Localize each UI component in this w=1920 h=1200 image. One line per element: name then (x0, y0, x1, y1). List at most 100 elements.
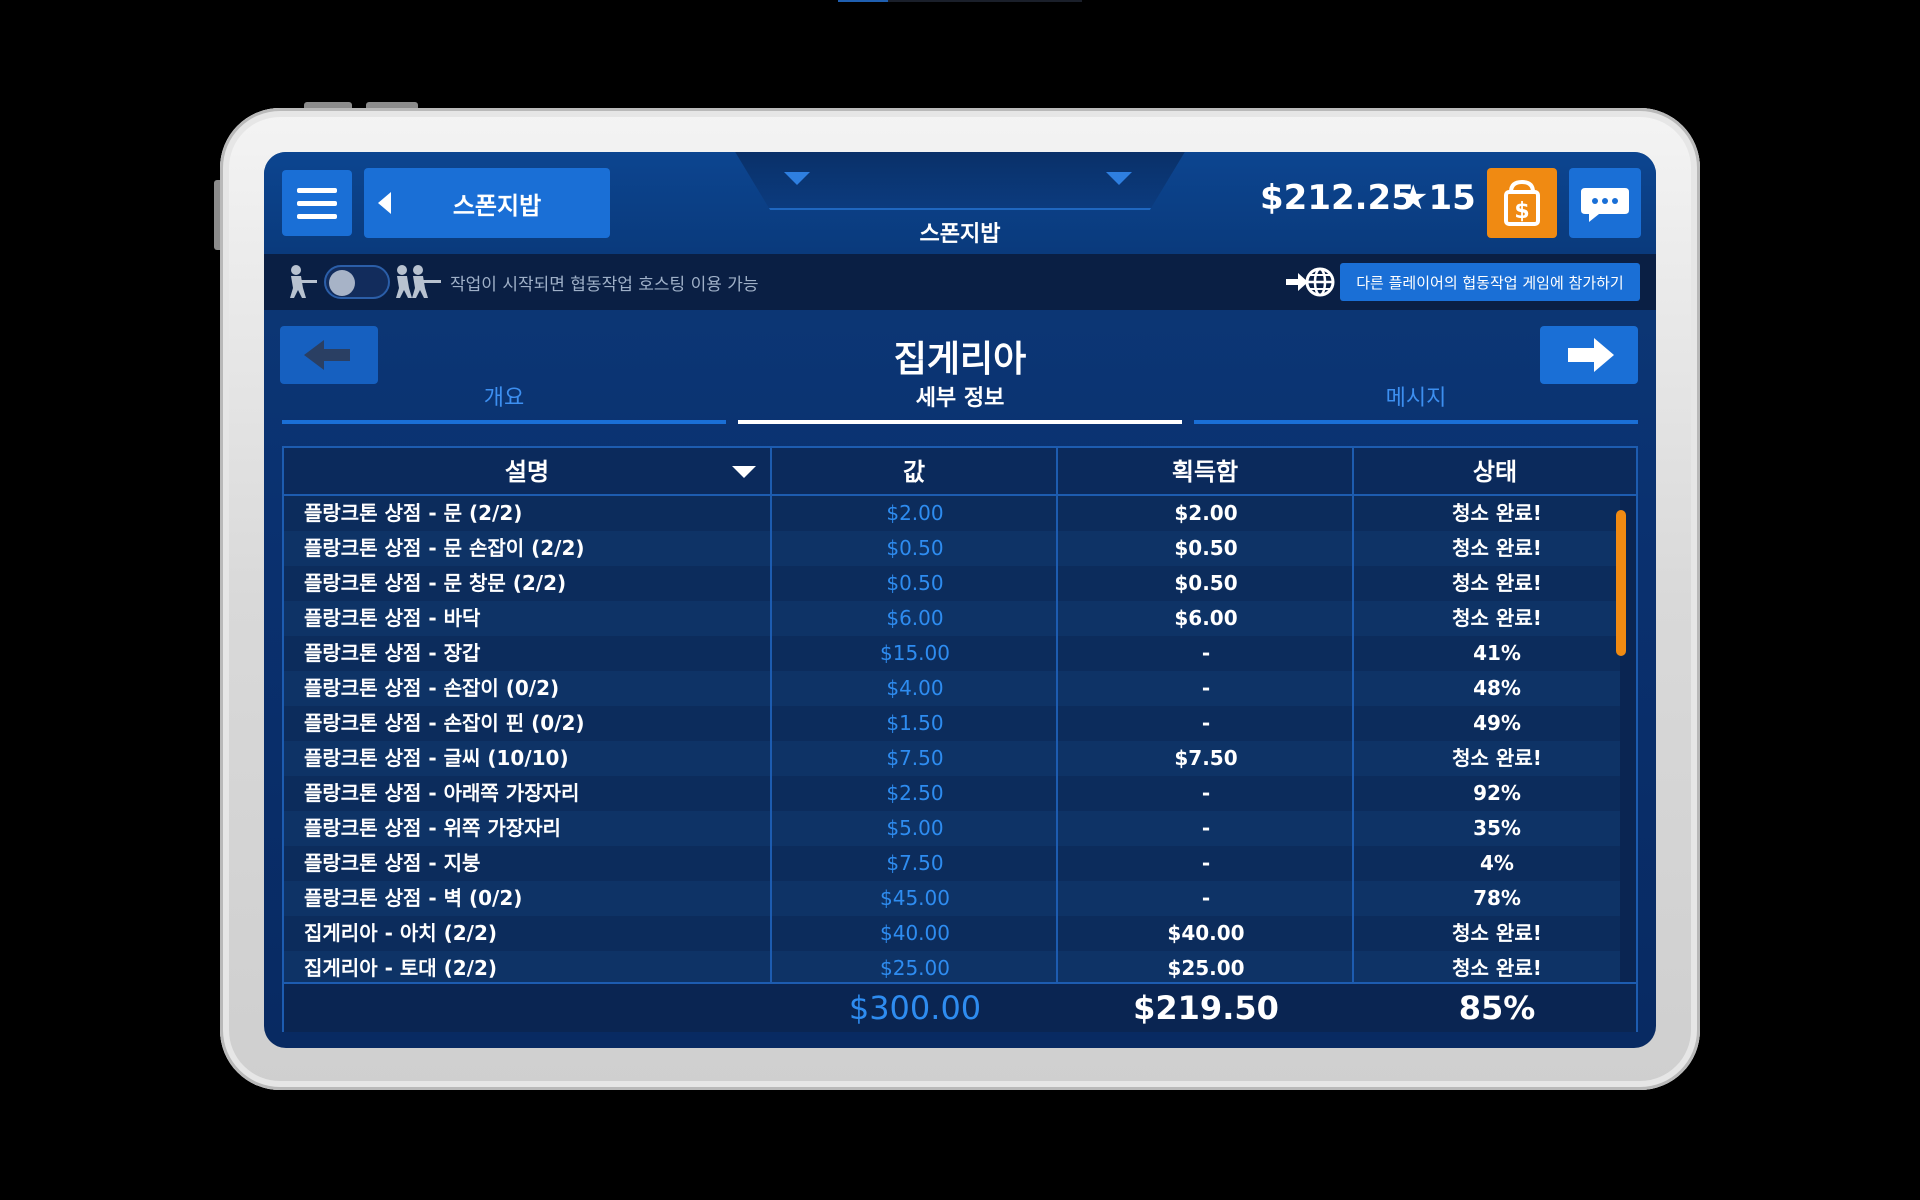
row-value: $2.50 (886, 781, 944, 805)
table-row[interactable]: 플랑크톤 상점 - 손잡이 핀 (0/2) $1.50 - 49% (284, 706, 1620, 741)
join-coop-button[interactable]: 다른 플레이어의 협동작업 게임에 참가하기 (1340, 263, 1640, 301)
row-earned: $2.00 (1174, 501, 1238, 525)
worker-icon (290, 265, 317, 298)
row-description: 플랑크톤 상점 - 손잡이 핀 (0/2) (304, 711, 585, 735)
tablet-top-button-2 (366, 102, 418, 108)
tab-overview[interactable]: 개요 (282, 380, 726, 424)
row-value: $4.00 (886, 676, 944, 700)
row-description: 플랑크톤 상점 - 글씨 (10/10) (304, 746, 569, 770)
prev-section-button[interactable] (280, 326, 378, 384)
row-description: 집게리아 - 아치 (2/2) (304, 921, 498, 945)
row-status: 청소 완료! (1452, 536, 1542, 560)
menu-button[interactable] (282, 170, 352, 236)
tab-messages-underline (1194, 420, 1638, 424)
tab-messages[interactable]: 메시지 (1194, 380, 1638, 424)
total-status: 85% (1458, 989, 1536, 1027)
row-description: 플랑크톤 상점 - 문 창문 (2/2) (304, 571, 567, 595)
tab-details-underline (738, 420, 1182, 424)
sort-triangle-icon[interactable] (732, 466, 756, 478)
notch-left-arrow-icon (784, 172, 810, 185)
row-value: $25.00 (880, 956, 950, 980)
row-status: 청소 완료! (1452, 921, 1542, 945)
row-status: 청소 완료! (1452, 501, 1542, 525)
row-value: $5.00 (886, 816, 944, 840)
table-rows[interactable]: 플랑크톤 상점 - 문 (2/2) $2.00 $2.00 청소 완료! 플랑크톤 상점… (284, 496, 1636, 982)
column-divider (770, 448, 772, 1030)
row-value: $0.50 (886, 536, 944, 560)
row-earned: $25.00 (1167, 956, 1245, 980)
coop-host-toggle[interactable] (324, 265, 390, 299)
tab-overview-label: 개요 (483, 386, 525, 411)
row-earned: - (1201, 816, 1211, 840)
shop-button[interactable]: $ (1487, 168, 1557, 238)
table-row[interactable]: 플랑크톤 상점 - 문 창문 (2/2) $0.50 $0.50 청소 완료! (284, 566, 1620, 601)
row-earned: - (1201, 711, 1211, 735)
table-row[interactable]: 플랑크톤 상점 - 손잡이 (0/2) $4.00 - 48% (284, 671, 1620, 706)
row-description: 플랑크톤 상점 - 위쪽 가장자리 (304, 816, 561, 840)
row-earned: $6.00 (1174, 606, 1238, 630)
tab-details[interactable]: 세부 정보 (738, 380, 1182, 424)
row-value: $7.50 (886, 851, 944, 875)
row-description: 플랑크톤 상점 - 손잡이 (0/2) (304, 676, 560, 700)
row-value: $0.50 (886, 571, 944, 595)
row-status: 78% (1473, 886, 1521, 910)
total-value: $300.00 (848, 989, 982, 1027)
table-row[interactable]: 플랑크톤 상점 - 장갑 $15.00 - 41% (284, 636, 1620, 671)
row-description: 플랑크톤 상점 - 문 (2/2) (304, 501, 523, 525)
join-globe-icon (1286, 267, 1335, 297)
shop-bag-icon: $ (1504, 179, 1540, 226)
row-status: 49% (1473, 711, 1521, 735)
column-divider (1352, 448, 1354, 1030)
table-row[interactable]: 플랑크톤 상점 - 지붕 $7.50 - 4% (284, 846, 1620, 881)
header-value[interactable]: 값 (772, 448, 1058, 496)
row-status: 청소 완료! (1452, 746, 1542, 770)
row-earned: $7.50 (1174, 746, 1238, 770)
coop-bar: 작업이 시작되면 협동작업 호스팅 이용 가능 다른 플레이어의 협동작업 게임… (264, 254, 1656, 310)
row-earned: $40.00 (1167, 921, 1245, 945)
back-triangle-icon (378, 192, 391, 214)
row-status: 48% (1473, 676, 1521, 700)
table-row[interactable]: 플랑크톤 상점 - 아래쪽 가장자리 $2.50 - 92% (284, 776, 1620, 811)
menu-icon-line (297, 200, 337, 206)
next-section-button[interactable] (1540, 326, 1638, 384)
chat-button[interactable] (1569, 168, 1641, 238)
table-row[interactable]: 플랑크톤 상점 - 벽 (0/2) $45.00 - 78% (284, 881, 1620, 916)
table-row[interactable]: 집게리아 - 토대 (2/2) $25.00 $25.00 청소 완료! (284, 951, 1620, 982)
row-status: 청소 완료! (1452, 606, 1542, 630)
top-bar: 스폰지밥 스폰지밥 $212.25 ★15 $ (264, 152, 1656, 254)
header-status[interactable]: 상태 (1354, 448, 1636, 496)
notch-right-arrow-icon (1106, 172, 1132, 185)
row-earned: - (1201, 676, 1211, 700)
row-earned: - (1201, 886, 1211, 910)
table-row[interactable]: 플랑크톤 상점 - 문 (2/2) $2.00 $2.00 청소 완료! (284, 496, 1620, 531)
toggle-knob (329, 270, 355, 296)
row-status: 4% (1480, 851, 1514, 875)
table-scrollbar[interactable] (1616, 510, 1626, 656)
money-display: $212.25 (1260, 178, 1415, 218)
section-title: 집게리아 (893, 339, 1027, 380)
location-button[interactable]: 스폰지밥 (364, 168, 610, 238)
table-row[interactable]: 집게리아 - 아치 (2/2) $40.00 $40.00 청소 완료! (284, 916, 1620, 951)
row-earned: - (1201, 641, 1211, 665)
arrow-left-icon (304, 340, 350, 370)
menu-icon-line (297, 213, 337, 219)
row-description: 플랑크톤 상점 - 문 손잡이 (2/2) (304, 536, 585, 560)
header-earned[interactable]: 획득함 (1058, 448, 1354, 496)
table-row[interactable]: 플랑크톤 상점 - 위쪽 가장자리 $5.00 - 35% (284, 811, 1620, 846)
arrow-right-icon (1568, 338, 1614, 372)
tablet-top-button-1 (304, 102, 352, 108)
details-table: 설명 값 획득함 상태 플랑크톤 상점 - 문 (2/2) $2.00 $2.00 청… (282, 446, 1638, 1032)
tab-overview-underline (282, 420, 726, 424)
column-divider (1056, 448, 1058, 1030)
svg-text:$: $ (1514, 199, 1529, 224)
coop-info-text: 작업이 시작되면 협동작업 호스팅 이용 가능 (450, 275, 759, 295)
table-row[interactable]: 플랑크톤 상점 - 바닥 $6.00 $6.00 청소 완료! (284, 601, 1620, 636)
table-row[interactable]: 플랑크톤 상점 - 문 손잡이 (2/2) $0.50 $0.50 청소 완료! (284, 531, 1620, 566)
row-earned: $0.50 (1174, 571, 1238, 595)
row-value: $6.00 (886, 606, 944, 630)
row-description: 플랑크톤 상점 - 벽 (0/2) (304, 886, 523, 910)
tab-details-label: 세부 정보 (915, 386, 1005, 411)
row-status: 41% (1473, 641, 1521, 665)
table-row[interactable]: 플랑크톤 상점 - 글씨 (10/10) $7.50 $7.50 청소 완료! (284, 741, 1620, 776)
header-description[interactable]: 설명 (284, 448, 772, 496)
